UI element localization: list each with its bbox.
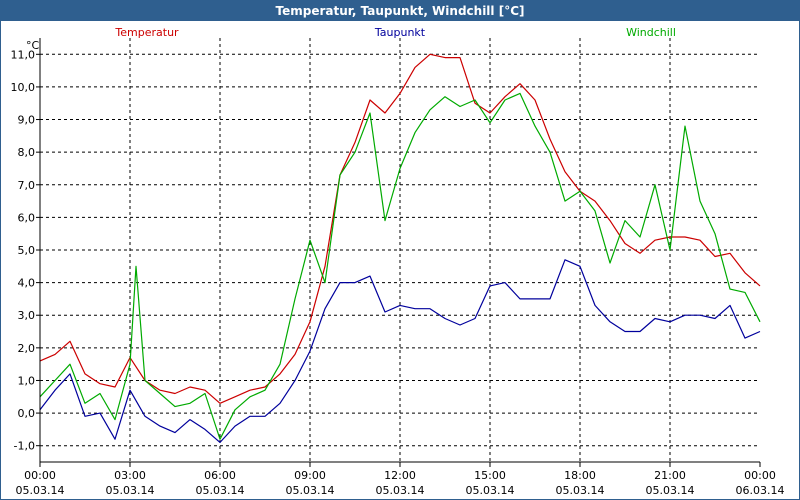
y-tick-label: -1,0 [14,440,35,453]
y-tick-label: 9,0 [18,114,36,127]
x-tick-date-label: 06.03.14 [736,484,785,497]
chart-legend: Temperatur Taupunkt Windchill [114,26,676,39]
x-tick-date-label: 05.03.14 [646,484,695,497]
x-axis-ticks: 00:00 05.03.14 03:00 05.03.14 06:00 05.03.14 0… [16,462,785,497]
x-tick-time-label: 06:00 [204,469,236,482]
x-tick-time-label: 15:00 [474,469,506,482]
x-tick-time-label: 09:00 [294,469,326,482]
x-tick-date-label: 05.03.14 [16,484,65,497]
y-tick-label: 7,0 [18,179,36,192]
y-axis-ticks: -1,00,01,02,03,04,05,06,07,08,09,010,011… [11,48,40,453]
y-tick-label: 5,0 [18,244,36,257]
x-tick-date-label: 05.03.14 [376,484,425,497]
y-tick-label: 3,0 [18,309,36,322]
y-tick-label: 1,0 [18,374,36,387]
y-tick-label: 10,0 [11,81,36,94]
chart-canvas: -1,00,01,02,03,04,05,06,07,08,09,010,011… [11,26,785,497]
x-tick-date-label: 05.03.14 [556,484,605,497]
chart-grid [40,38,760,462]
y-tick-label: 6,0 [18,211,36,224]
x-tick-time-label: 18:00 [564,469,596,482]
x-tick-time-label: 00:00 [744,469,776,482]
y-tick-label: 2,0 [18,342,36,355]
x-tick-time-label: 00:00 [24,469,56,482]
legend-item-temperatur: Temperatur [114,26,179,39]
x-tick-time-label: 03:00 [114,469,146,482]
x-tick-date-label: 05.03.14 [196,484,245,497]
legend-item-windchill: Windchill [626,26,676,39]
x-tick-time-label: 12:00 [384,469,416,482]
y-tick-label: 0,0 [18,407,36,420]
y-tick-label: 4,0 [18,277,36,290]
x-tick-date-label: 05.03.14 [106,484,155,497]
y-axis-unit: °C [26,39,40,52]
x-tick-time-label: 21:00 [654,469,686,482]
y-tick-label: 8,0 [18,146,36,159]
x-tick-date-label: 05.03.14 [466,484,515,497]
legend-item-taupunkt: Taupunkt [374,26,426,39]
x-tick-date-label: 05.03.14 [286,484,335,497]
